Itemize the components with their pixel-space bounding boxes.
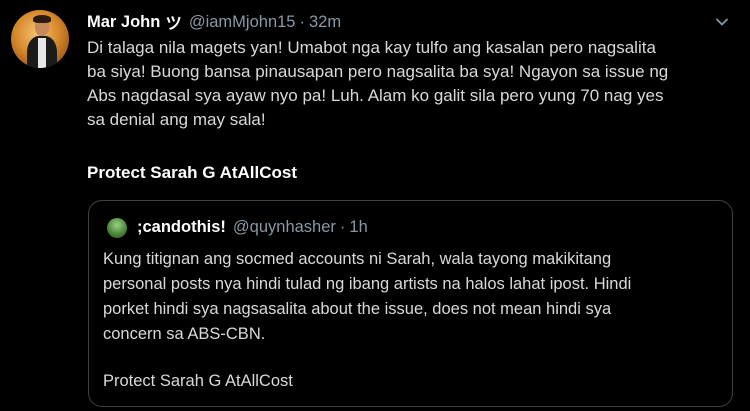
tweet-text: Di talaga nila magets yan! Umabot nga ka… bbox=[87, 38, 669, 129]
quoted-tweet-card[interactable]: ;candothis! @quynhasher · 1h Kung titign… bbox=[88, 200, 733, 407]
quoted-author-avatar bbox=[107, 218, 127, 238]
quoted-tweet-signature: Protect Sarah G AtAllCost bbox=[103, 372, 293, 390]
header-separator: · bbox=[299, 12, 305, 31]
author-avatar[interactable] bbox=[11, 10, 69, 68]
quoted-author-name: ;candothis! bbox=[137, 217, 226, 236]
author-handle[interactable]: @iamMjohn15 bbox=[189, 13, 296, 32]
tweet-header: Mar John ツ @iamMjohn15 · 32m bbox=[87, 11, 341, 34]
chevron-down-icon-graphic bbox=[716, 18, 728, 26]
quoted-header-separator: · bbox=[339, 217, 346, 236]
quoted-author-handle: @quynhasher bbox=[232, 217, 336, 236]
avatar-figure-shirt bbox=[38, 38, 46, 68]
tweet-signature: Protect Sarah G AtAllCost bbox=[87, 163, 298, 182]
quoted-tweet-timestamp: 1h bbox=[349, 217, 368, 236]
chevron-down-icon[interactable] bbox=[712, 12, 732, 32]
tweet-timestamp[interactable]: 32m bbox=[309, 13, 341, 32]
author-name-symbol: ツ bbox=[165, 15, 182, 33]
quoted-tweet-header: ;candothis! @quynhasher · 1h bbox=[137, 216, 368, 238]
author-name[interactable]: Mar John bbox=[87, 13, 160, 32]
avatar-figure-hair bbox=[33, 15, 51, 23]
quoted-tweet-text: Kung titignan ang socmed accounts ni Sar… bbox=[103, 250, 632, 343]
